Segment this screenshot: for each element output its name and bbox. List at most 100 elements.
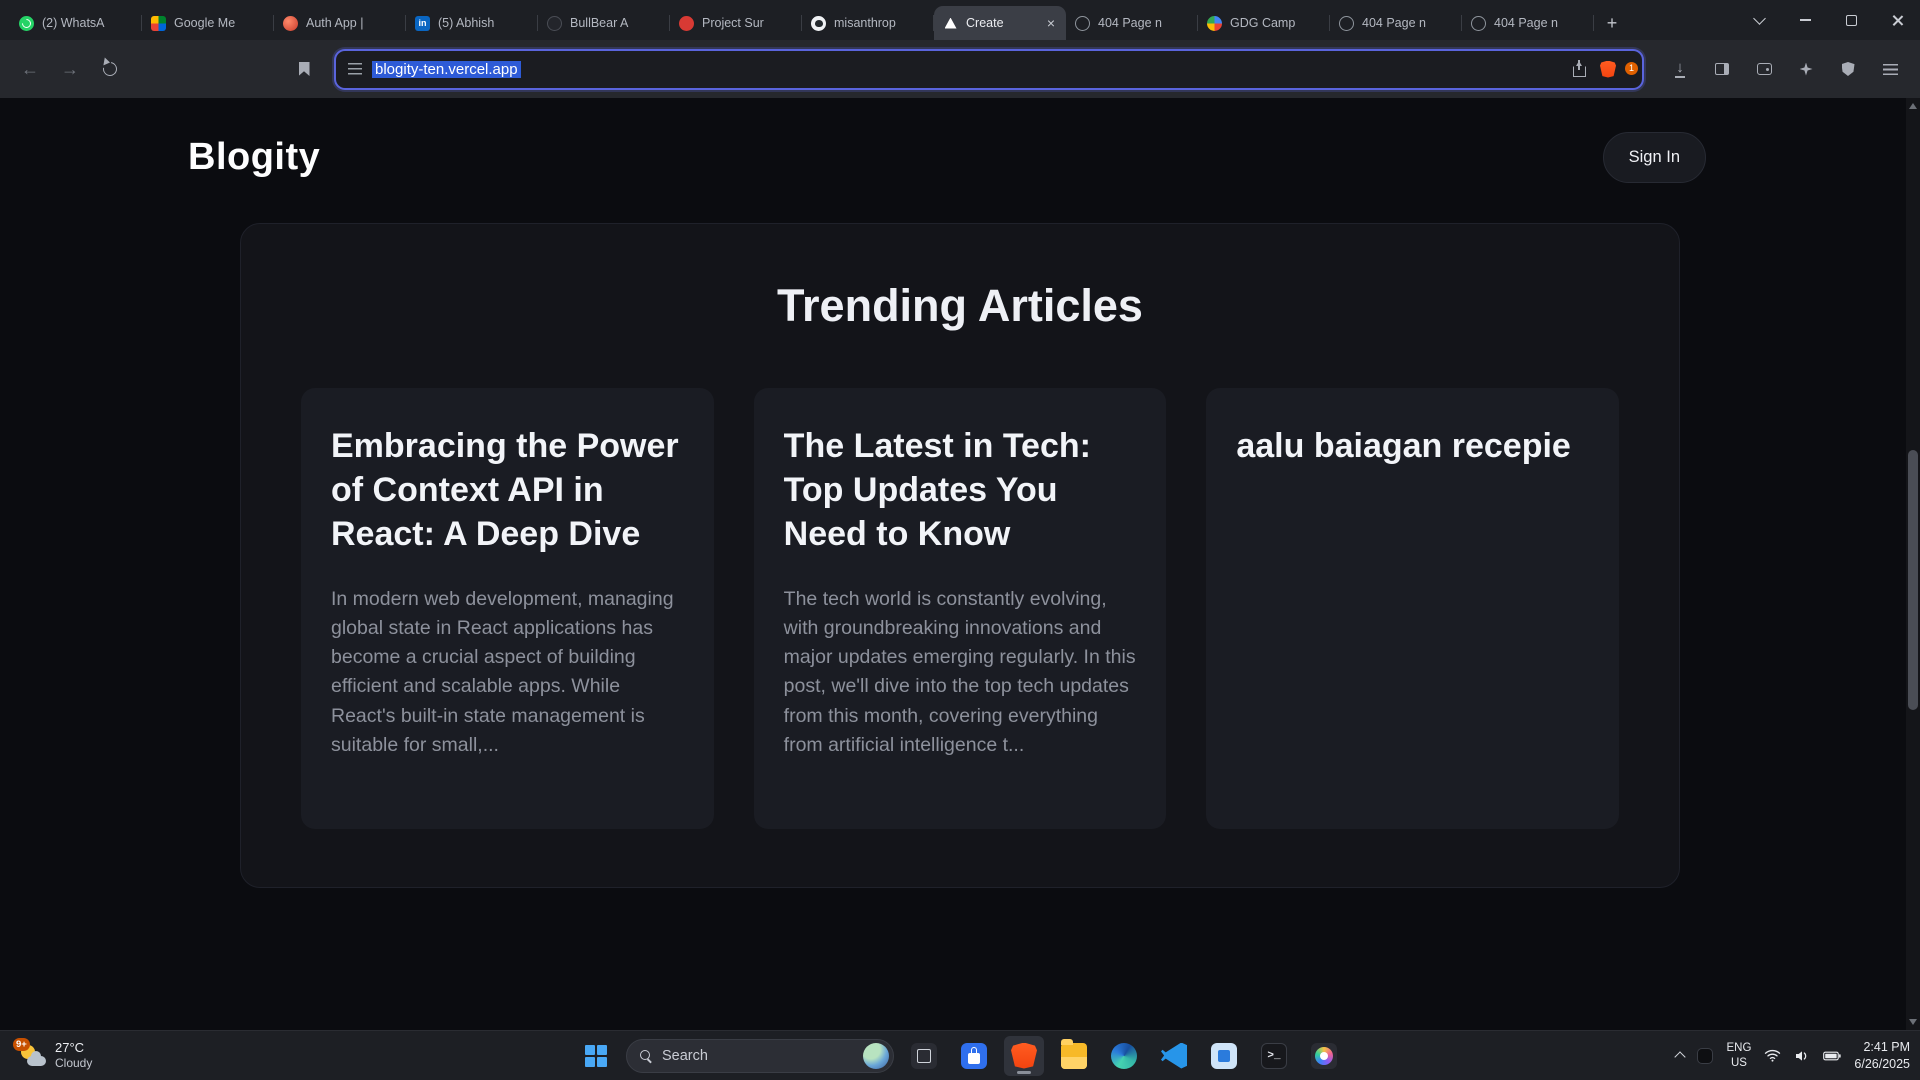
wallet-button[interactable] <box>1746 51 1782 87</box>
taskbar-app-button[interactable] <box>1154 1036 1194 1076</box>
bullbear-icon <box>547 15 562 31</box>
leo-ai-button[interactable] <box>1788 51 1824 87</box>
scrollbar-thumb[interactable] <box>1908 450 1918 710</box>
maximize-button[interactable] <box>1828 0 1874 40</box>
site-header: Blogity Sign In <box>0 98 1920 183</box>
sidebar-button[interactable] <box>1704 51 1740 87</box>
task-view-icon <box>911 1042 937 1069</box>
menu-button[interactable] <box>1872 51 1908 87</box>
browser-tab[interactable]: Google Me <box>142 6 274 40</box>
tray-app-icon[interactable] <box>1697 1047 1714 1064</box>
taskbar-app-button[interactable] <box>1004 1035 1044 1076</box>
page-viewport: Blogity Sign In Trending Articles Embrac… <box>0 98 1920 1030</box>
cloud-icon <box>27 1050 46 1066</box>
widgets-badge: 9+ <box>13 1037 30 1051</box>
trending-panel: Trending Articles Embracing the Power of… <box>240 223 1680 888</box>
browser-tab[interactable]: Create × <box>934 6 1066 40</box>
browser-tab[interactable]: Auth App | <box>274 6 406 40</box>
close-icon <box>1891 14 1904 27</box>
taskbar-app-button[interactable] <box>1104 1036 1144 1076</box>
article-title: Embracing the Power of Context API in Re… <box>331 427 679 554</box>
tab-title: Auth App | <box>306 16 364 30</box>
photos-icon <box>1311 1042 1337 1069</box>
close-window-button[interactable] <box>1874 0 1920 40</box>
tab-close-icon[interactable]: × <box>1045 15 1057 31</box>
browser-tab[interactable]: misanthrop <box>802 6 934 40</box>
window-controls <box>1736 0 1920 40</box>
taskbar-search[interactable]: Search <box>626 1038 894 1073</box>
sidebar-icon <box>1715 63 1729 75</box>
section-title: Trending Articles <box>777 280 1143 331</box>
taskbar-app-button[interactable] <box>1204 1036 1244 1076</box>
scroll-down-icon[interactable] <box>1909 1019 1917 1025</box>
taskbar-clock[interactable]: 2:41 PM 6/26/2025 <box>1854 1039 1910 1072</box>
scroll-up-icon[interactable] <box>1909 103 1917 109</box>
page-scrollbar[interactable] <box>1906 98 1920 1030</box>
terminal-icon <box>1261 1042 1287 1069</box>
article-cards: Embracing the Power of Context API in Re… <box>301 388 1620 829</box>
shield-icon <box>1841 62 1855 76</box>
address-bar-actions: 1 <box>1573 60 1638 78</box>
browser-tab[interactable]: 404 Page n <box>1066 6 1198 40</box>
taskbar-app-button[interactable] <box>904 1036 944 1076</box>
browser-tab[interactable]: (5) Abhish <box>406 6 538 40</box>
taskbar-app-button[interactable] <box>1054 1036 1094 1076</box>
minimize-icon <box>1799 19 1811 21</box>
language-line2: US <box>1730 1056 1747 1069</box>
new-tab-button[interactable]: + <box>1598 9 1626 37</box>
forward-button[interactable]: → <box>52 51 88 87</box>
language-line1: ENG <box>1726 1042 1752 1055</box>
downloads-button[interactable]: ↓ <box>1662 51 1698 87</box>
reload-icon <box>100 59 120 79</box>
rewards-badge: 1 <box>1624 62 1638 75</box>
language-indicator[interactable]: ENG US <box>1726 1041 1751 1070</box>
article-card[interactable]: aalu baiagan recepie <box>1206 388 1620 829</box>
tab-title: 404 Page n <box>1494 16 1558 30</box>
taskbar-app-button[interactable] <box>954 1036 994 1076</box>
article-card[interactable]: The Latest in Tech: Top Updates You Need… <box>753 388 1167 829</box>
tab-strip: (2) WhatsA Google Me Auth App | (5) Abhi… <box>0 0 1920 40</box>
taskbar-app-button[interactable] <box>1304 1036 1344 1076</box>
explorer-icon <box>1061 1038 1087 1069</box>
project-icon <box>679 15 694 31</box>
reload-button[interactable] <box>92 51 128 87</box>
article-title: The Latest in Tech: Top Updates You Need… <box>783 427 1091 554</box>
tab-title: (2) WhatsA <box>42 16 105 30</box>
minimize-button[interactable] <box>1782 0 1828 40</box>
taskbar-app-button[interactable] <box>1254 1036 1294 1076</box>
browser-tab[interactable]: Project Sur <box>670 6 802 40</box>
site-settings-icon[interactable] <box>348 63 362 75</box>
browser-tab[interactable]: 404 Page n <box>1330 6 1462 40</box>
tab-search-button[interactable] <box>1736 0 1782 40</box>
vpn-button[interactable] <box>1830 51 1866 87</box>
weather-widget[interactable]: 9+ 27°C Cloudy <box>12 1031 100 1080</box>
sign-in-button[interactable]: Sign In <box>1602 132 1706 183</box>
search-label: Search <box>662 1047 708 1064</box>
article-card[interactable]: Embracing the Power of Context API in Re… <box>301 388 714 829</box>
search-daily-image[interactable] <box>863 1042 889 1069</box>
tab-title: misanthrop <box>834 16 896 30</box>
browser-tab[interactable]: (2) WhatsA <box>10 6 142 40</box>
globe-icon <box>1075 15 1090 31</box>
dev-icon <box>1211 1042 1237 1069</box>
battery-icon[interactable] <box>1823 1050 1842 1062</box>
url-text[interactable]: blogity-ten.vercel.app <box>372 60 1563 78</box>
volume-icon[interactable] <box>1794 1049 1810 1063</box>
back-button[interactable]: ← <box>12 51 48 87</box>
article-title: aalu baiagan recepie <box>1236 427 1571 465</box>
wallet-icon <box>1756 63 1772 75</box>
start-button[interactable] <box>576 1036 616 1076</box>
share-icon[interactable] <box>1573 60 1586 77</box>
vscode-icon <box>1161 1042 1187 1069</box>
tab-title: (5) Abhish <box>438 16 495 30</box>
sparkle-icon <box>1799 62 1813 76</box>
browser-tab[interactable]: 404 Page n <box>1462 6 1594 40</box>
tray-overflow-chevron-icon[interactable] <box>1674 1051 1687 1063</box>
browser-tab[interactable]: GDG Camp <box>1198 6 1330 40</box>
address-bar[interactable]: blogity-ten.vercel.app 1 <box>336 50 1642 88</box>
browser-tab[interactable]: BullBear A <box>538 6 670 40</box>
bookmarks-button[interactable] <box>286 51 322 87</box>
wifi-icon[interactable] <box>1764 1049 1781 1063</box>
brave-shields-icon[interactable] <box>1600 60 1616 78</box>
store-icon <box>961 1042 987 1069</box>
